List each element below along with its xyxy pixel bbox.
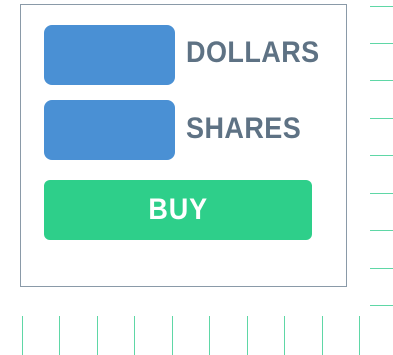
tick-mark bbox=[370, 6, 393, 7]
tick-mark bbox=[370, 80, 393, 81]
tick-mark bbox=[322, 316, 323, 355]
tick-mark bbox=[247, 316, 248, 355]
tick-mark bbox=[370, 118, 393, 119]
dollars-label: DOLLARS bbox=[186, 36, 320, 69]
tick-mark bbox=[59, 316, 60, 355]
buy-button-label: BUY bbox=[148, 193, 208, 226]
tick-mark bbox=[97, 316, 98, 355]
dollars-input[interactable] bbox=[44, 25, 175, 85]
tick-mark bbox=[370, 155, 393, 156]
bottom-tick-marks bbox=[0, 316, 393, 355]
tick-mark bbox=[22, 316, 23, 355]
tick-mark bbox=[172, 316, 173, 355]
tick-mark bbox=[209, 316, 210, 355]
right-tick-marks bbox=[370, 0, 393, 320]
tick-mark bbox=[359, 316, 360, 355]
trade-widget: DOLLARS SHARES BUY bbox=[0, 0, 393, 355]
tick-mark bbox=[134, 316, 135, 355]
tick-mark bbox=[370, 193, 393, 194]
tick-mark bbox=[370, 268, 393, 269]
tick-mark bbox=[370, 43, 393, 44]
buy-button[interactable]: BUY bbox=[44, 180, 312, 240]
tick-mark bbox=[370, 305, 393, 306]
shares-input[interactable] bbox=[44, 100, 175, 160]
shares-label: SHARES bbox=[186, 112, 302, 145]
tick-mark bbox=[284, 316, 285, 355]
tick-mark bbox=[370, 230, 393, 231]
